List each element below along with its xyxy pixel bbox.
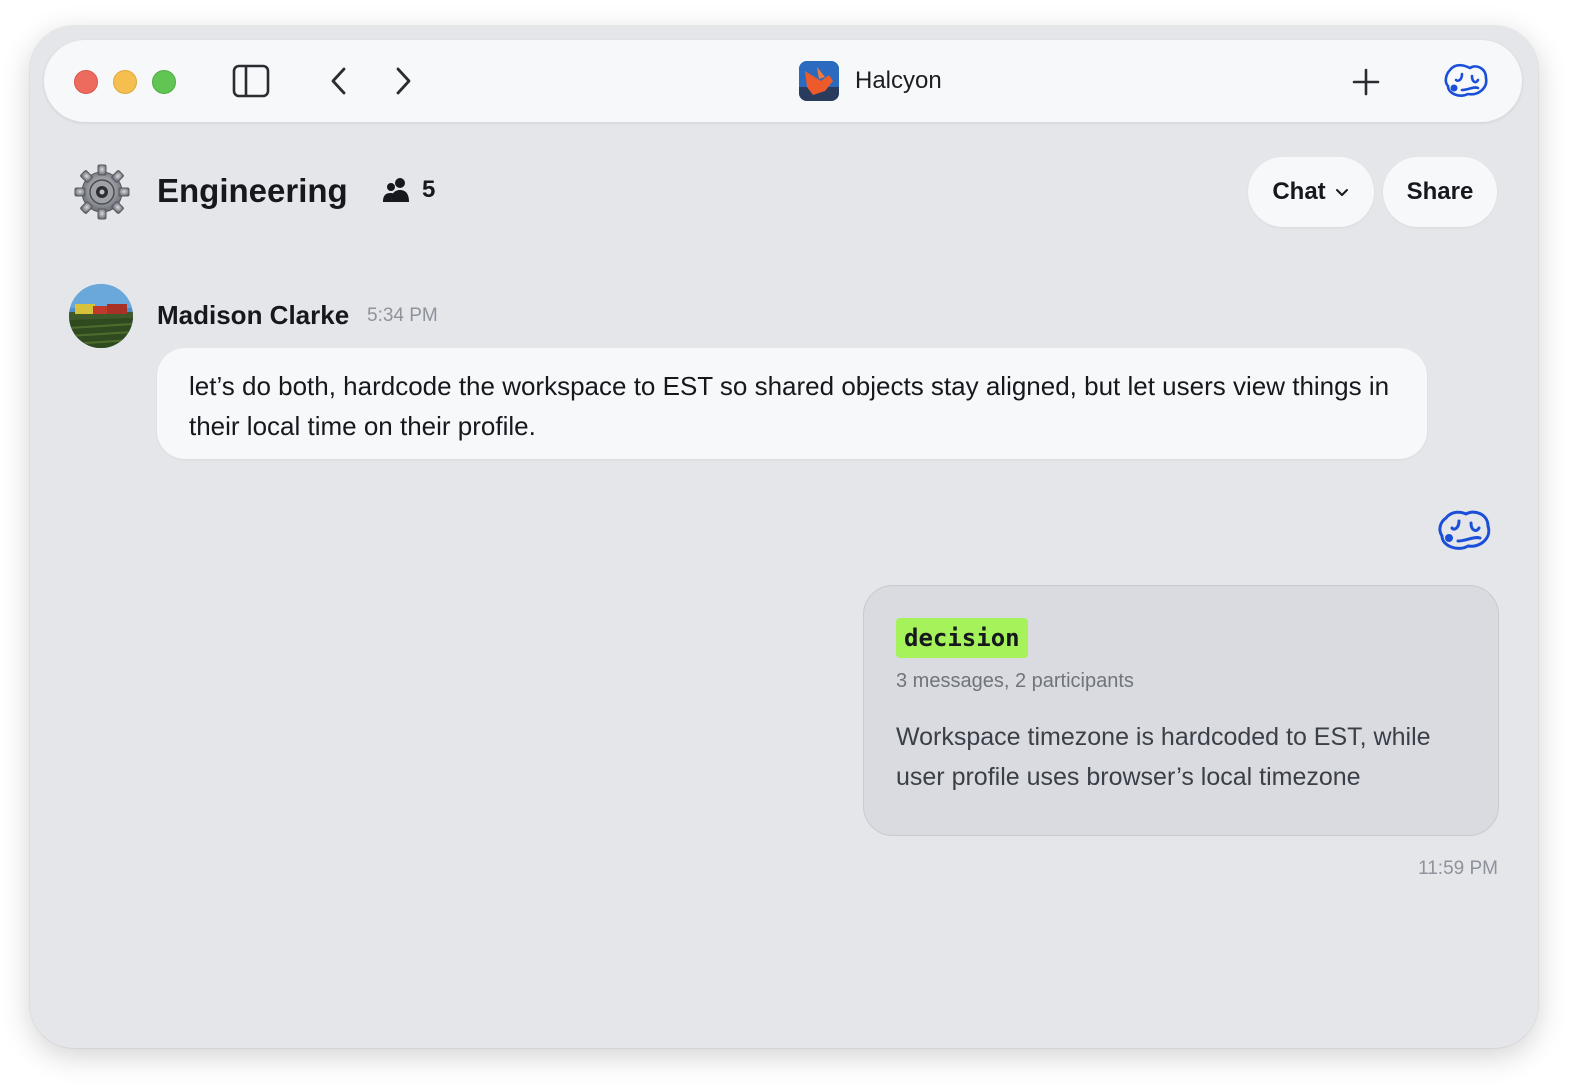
- message-timestamp: 5:34 PM: [367, 305, 438, 326]
- chat-mode-dropdown[interactable]: Chat: [1248, 157, 1374, 227]
- gear-icon: [74, 164, 130, 220]
- member-count-value: 5: [422, 176, 436, 203]
- summary-meta: 3 messages, 2 participants: [896, 670, 1134, 692]
- chevron-right-icon[interactable]: [388, 64, 418, 98]
- app-window: Halcyon Engineering 5 Chat Share Madison…: [30, 26, 1538, 1048]
- bot-avatar-icon: [1436, 506, 1496, 556]
- people-icon: [383, 178, 409, 202]
- minimize-window-button[interactable]: [113, 70, 137, 94]
- member-count[interactable]: 5: [382, 176, 435, 204]
- app-logo-icon: [799, 61, 839, 101]
- chevron-down-icon: [1335, 189, 1348, 196]
- summary-timestamp: 11:59 PM: [1418, 858, 1498, 879]
- summary-body: Workspace timezone is hardcoded to EST, …: [896, 723, 1431, 791]
- maximize-window-button[interactable]: [152, 70, 176, 94]
- plus-icon[interactable]: [1346, 62, 1386, 102]
- chevron-left-icon[interactable]: [324, 64, 354, 98]
- brand-icon[interactable]: [1442, 60, 1490, 104]
- sidebar-toggle-icon[interactable]: [232, 64, 270, 98]
- avatar[interactable]: [69, 284, 133, 348]
- app-title-text: Halcyon: [855, 67, 942, 94]
- message-author[interactable]: Madison Clarke: [157, 300, 349, 331]
- message-bubble: let’s do both, hardcode the workspace to…: [157, 348, 1427, 459]
- chat-mode-label: Chat: [1272, 178, 1326, 205]
- share-button[interactable]: Share: [1383, 157, 1497, 227]
- decision-tag: decision: [896, 618, 1028, 658]
- channel-header: Engineering 5 Chat Share: [30, 156, 1538, 228]
- close-window-button[interactable]: [74, 70, 98, 94]
- app-title: Halcyon: [799, 60, 942, 102]
- channel-title: Engineering: [157, 172, 348, 209]
- message-text: let’s do both, hardcode the workspace to…: [189, 371, 1390, 441]
- summary-card[interactable]: decision 3 messages, 2 participants Work…: [863, 585, 1499, 836]
- titlebar: Halcyon: [44, 40, 1522, 122]
